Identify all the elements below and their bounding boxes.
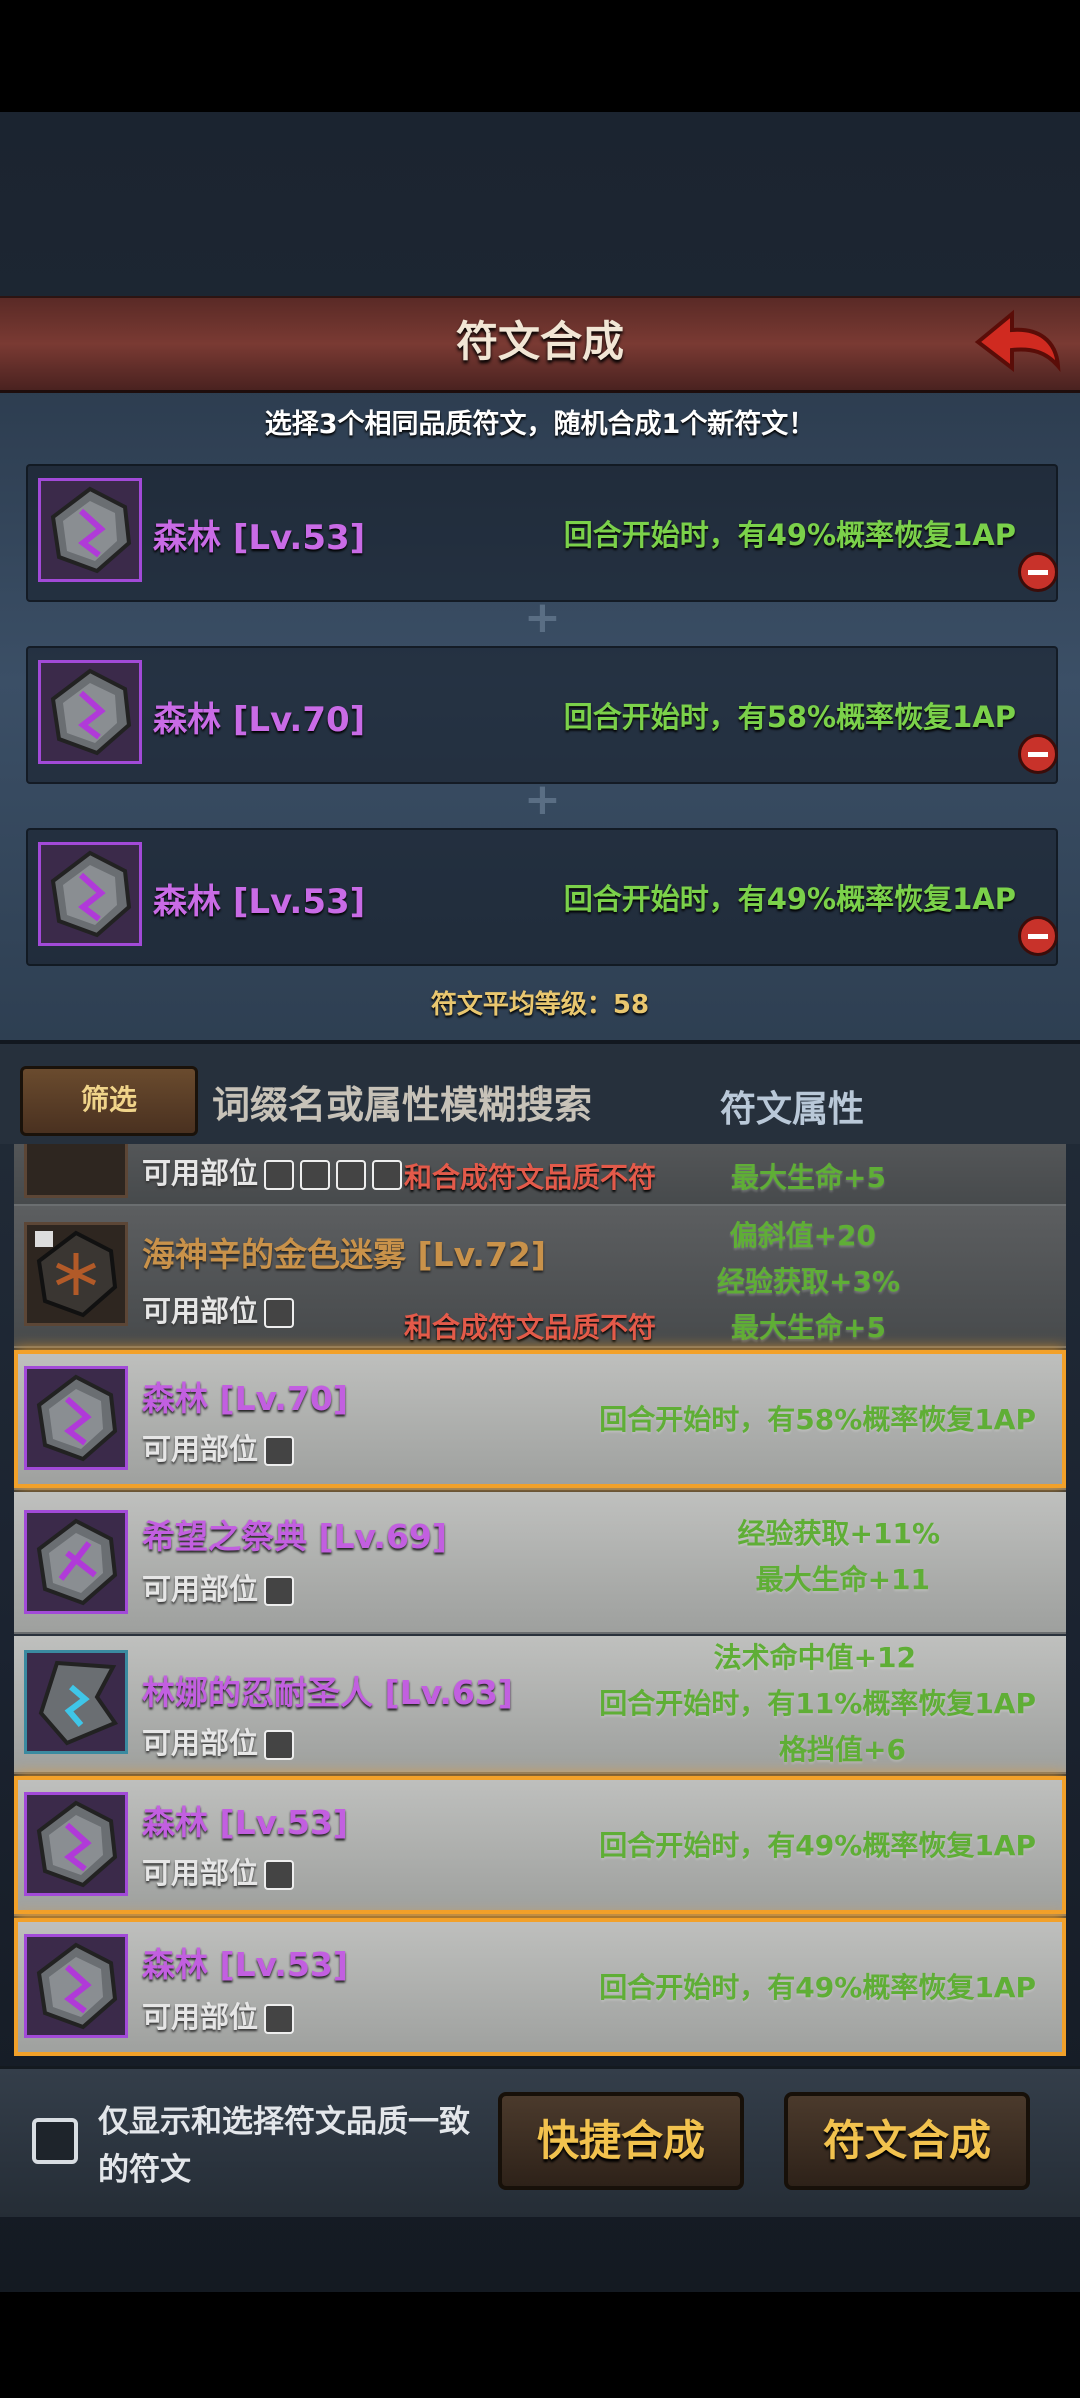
rune-effect: 经验获取+3% xyxy=(717,1265,900,1298)
quality-mismatch-warning: 和合成符文品质不符 xyxy=(404,1161,657,1194)
list-item[interactable]: 希望之祭典 [Lv.69] 可用部位 经验获取+11% 最大生命+11 xyxy=(14,1492,1066,1634)
slot-icon xyxy=(264,1860,295,1890)
instruction-text: 选择3个相同品质符文，随机合成1个新符文！ xyxy=(264,409,816,440)
page-title: 符文合成 xyxy=(455,317,624,366)
remove-slot-button[interactable] xyxy=(1018,916,1058,956)
rune-effect: 偏斜值+20 xyxy=(729,1219,876,1252)
available-slots: 可用部位 xyxy=(142,1288,295,1330)
rune-name: 森林 [Lv.53] xyxy=(142,1803,348,1842)
list-item[interactable]: 可用部位 和合成符文品质不符 最大生命+5 xyxy=(14,1144,1066,1206)
rune-compose-button[interactable]: 符文合成 xyxy=(784,2092,1030,2190)
rune-effect: 回合开始时，有49%概率恢复1AP xyxy=(599,1829,1036,1862)
slot-rune-name: 森林 [Lv.53] xyxy=(153,882,366,922)
available-slots: 可用部位 xyxy=(142,1426,295,1468)
rune-effect: 经验获取+11% xyxy=(737,1517,940,1550)
slot-icon xyxy=(336,1160,367,1190)
list-item[interactable]: 森林 [Lv.70] 可用部位 回合开始时，有58%概率恢复1AP xyxy=(14,1350,1066,1490)
slot-rune-effect: 回合开始时，有49%概率恢复1AP xyxy=(563,882,1016,916)
forest-rune-icon xyxy=(38,478,142,582)
rune-effect: 法术命中值+12 xyxy=(713,1641,916,1674)
slot-icon xyxy=(372,1160,403,1190)
checkbox-label: 仅显示和选择符文品质一致的符文 xyxy=(98,2104,470,2188)
rune-effect: 最大生命+5 xyxy=(731,1311,886,1344)
rune-name: 林娜的忍耐圣人 [Lv.63] xyxy=(142,1673,513,1712)
rune-attribute-tab[interactable]: 符文属性 xyxy=(720,1080,864,1132)
compose-panel: 森林 [Lv.53] 回合开始时，有49%概率恢复1AP + 森林 [Lv.70… xyxy=(0,388,1080,1044)
same-quality-checkbox[interactable] xyxy=(32,2118,78,2164)
rune-name: 森林 [Lv.70] xyxy=(142,1379,348,1418)
rune-effect: 格挡值+6 xyxy=(779,1733,906,1766)
forest-rune-icon xyxy=(38,660,142,764)
rune-effect: 最大生命+5 xyxy=(731,1161,886,1194)
slot-icon xyxy=(264,1298,295,1328)
forest-rune-icon xyxy=(24,1792,128,1896)
list-item[interactable]: 海神辛的金色迷雾 [Lv.72] 可用部位 和合成符文品质不符 偏斜值+20 经… xyxy=(14,1206,1066,1348)
list-item[interactable]: 森林 [Lv.53] 可用部位 回合开始时，有49%概率恢复1AP xyxy=(14,1918,1066,2056)
compose-slot-3[interactable]: 森林 [Lv.53] 回合开始时，有49%概率恢复1AP xyxy=(26,828,1058,966)
slot-icon xyxy=(264,1730,295,1760)
rune-effect: 回合开始时，有49%概率恢复1AP xyxy=(599,1971,1036,2004)
back-button[interactable] xyxy=(968,300,1064,380)
available-slots: 可用部位 xyxy=(142,1720,295,1762)
rune-icon xyxy=(24,1650,128,1754)
plus-icon: + xyxy=(524,774,561,825)
slot-icon xyxy=(264,1160,295,1190)
rune-name: 海神辛的金色迷雾 [Lv.72] xyxy=(142,1235,546,1274)
forest-rune-icon xyxy=(38,842,142,946)
rune-name: 森林 [Lv.53] xyxy=(142,1945,348,1984)
list-item[interactable]: 林娜的忍耐圣人 [Lv.63] 可用部位 法术命中值+12 回合开始时，有11%… xyxy=(14,1636,1066,1774)
slot-rune-effect: 回合开始时，有49%概率恢复1AP xyxy=(563,518,1016,552)
available-slots: 可用部位 xyxy=(142,1150,403,1192)
available-slots: 可用部位 xyxy=(142,1994,295,2036)
slot-rune-name: 森林 [Lv.70] xyxy=(153,700,366,740)
rune-effect: 最大生命+11 xyxy=(755,1563,930,1596)
compose-slot-2[interactable]: 森林 [Lv.70] 回合开始时，有58%概率恢复1AP xyxy=(26,646,1058,784)
rune-name: 希望之祭典 [Lv.69] xyxy=(142,1517,447,1556)
forest-rune-icon xyxy=(24,1934,128,2038)
slot-rune-effect: 回合开始时，有58%概率恢复1AP xyxy=(563,700,1016,734)
rune-list[interactable]: 可用部位 和合成符文品质不符 最大生命+5 海神辛的金色迷雾 [Lv.72] 可… xyxy=(14,1144,1066,2056)
back-arrow-icon xyxy=(974,309,1061,373)
slot-icon xyxy=(264,1436,295,1466)
rune-icon xyxy=(24,1144,128,1198)
remove-slot-button[interactable] xyxy=(1018,734,1058,774)
available-slots: 可用部位 xyxy=(142,1566,295,1608)
slot-rune-name: 森林 [Lv.53] xyxy=(153,518,366,558)
rune-effect: 回合开始时，有58%概率恢复1AP xyxy=(599,1403,1036,1436)
rune-icon xyxy=(24,1510,128,1614)
plus-icon: + xyxy=(524,592,561,643)
quality-mismatch-warning: 和合成符文品质不符 xyxy=(404,1311,657,1344)
rune-effect: 回合开始时，有11%概率恢复1AP xyxy=(599,1687,1036,1720)
slot-icon xyxy=(264,2004,295,2034)
average-level: 符文平均等级：58 xyxy=(430,990,650,1020)
search-input[interactable] xyxy=(210,1072,684,1138)
available-slots: 可用部位 xyxy=(142,1850,295,1892)
quick-compose-button[interactable]: 快捷合成 xyxy=(498,2092,744,2190)
compose-slot-1[interactable]: 森林 [Lv.53] 回合开始时，有49%概率恢复1AP xyxy=(26,464,1058,602)
list-item[interactable]: 森林 [Lv.53] 可用部位 回合开始时，有49%概率恢复1AP xyxy=(14,1776,1066,1916)
filter-button[interactable]: 筛选 xyxy=(20,1066,198,1136)
slot-icon xyxy=(300,1160,331,1190)
forest-rune-icon xyxy=(24,1366,128,1470)
slot-icon xyxy=(264,1576,295,1606)
remove-slot-button[interactable] xyxy=(1018,552,1058,592)
locked-rune-icon xyxy=(24,1222,128,1326)
